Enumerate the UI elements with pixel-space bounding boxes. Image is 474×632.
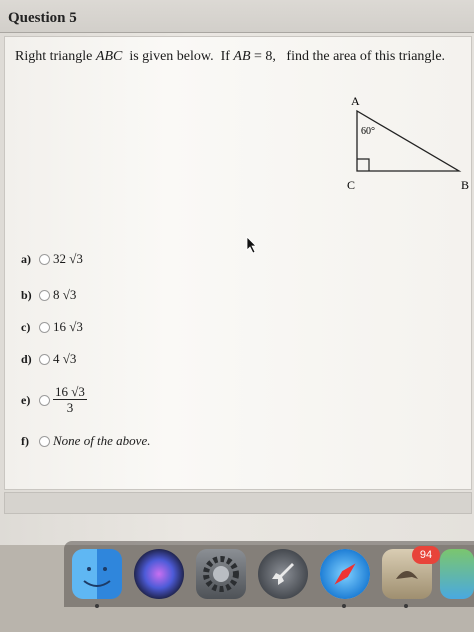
question-card: Right triangle ABC is given below. If AB… <box>4 36 472 490</box>
question-text: Right triangle ABC is given below. If AB… <box>15 49 446 64</box>
option-a[interactable]: a) 32 √3 <box>21 251 83 267</box>
siri-icon[interactable] <box>134 549 184 599</box>
mouse-cursor-icon <box>246 236 257 254</box>
system-preferences-icon[interactable] <box>196 549 246 599</box>
angle-label: 60° <box>361 126 375 137</box>
option-a-radio[interactable] <box>39 253 50 265</box>
vertex-label-b: B <box>461 178 469 192</box>
question-title: Question 5 <box>8 10 77 26</box>
question-header: Question 5 <box>0 0 474 33</box>
option-f[interactable]: f) None of the above. <box>21 433 150 449</box>
running-indicator <box>404 604 408 608</box>
finder-icon[interactable] <box>72 549 122 599</box>
running-indicator <box>95 604 99 608</box>
option-d-radio[interactable] <box>39 353 50 365</box>
option-b-radio[interactable] <box>39 289 50 301</box>
launchpad-icon[interactable] <box>258 549 308 599</box>
maps-icon[interactable] <box>440 549 474 599</box>
right-angle-marker <box>357 158 370 171</box>
mail-badge: 94 <box>412 546 440 564</box>
vertex-label-a: A <box>351 94 360 108</box>
triangle-diagram: A C B 60° <box>347 94 469 192</box>
fraction: 16 √3 3 <box>53 384 87 415</box>
running-indicator <box>342 604 346 608</box>
option-c[interactable]: c) 16 √3 <box>21 319 83 335</box>
option-e[interactable]: e) 16 √3 3 <box>21 385 87 415</box>
option-b[interactable]: b) 8 √3 <box>21 287 76 303</box>
triangle-shape <box>356 109 462 172</box>
browser-viewport: Question 5 Right triangle ABC is given b… <box>0 0 474 545</box>
option-e-radio[interactable] <box>39 394 50 406</box>
vertex-label-c: C <box>347 178 355 192</box>
safari-icon[interactable] <box>320 549 370 599</box>
option-f-radio[interactable] <box>39 435 50 447</box>
option-d[interactable]: d) 4 √3 <box>21 351 76 367</box>
card-footer <box>4 492 472 514</box>
option-c-radio[interactable] <box>39 321 50 333</box>
